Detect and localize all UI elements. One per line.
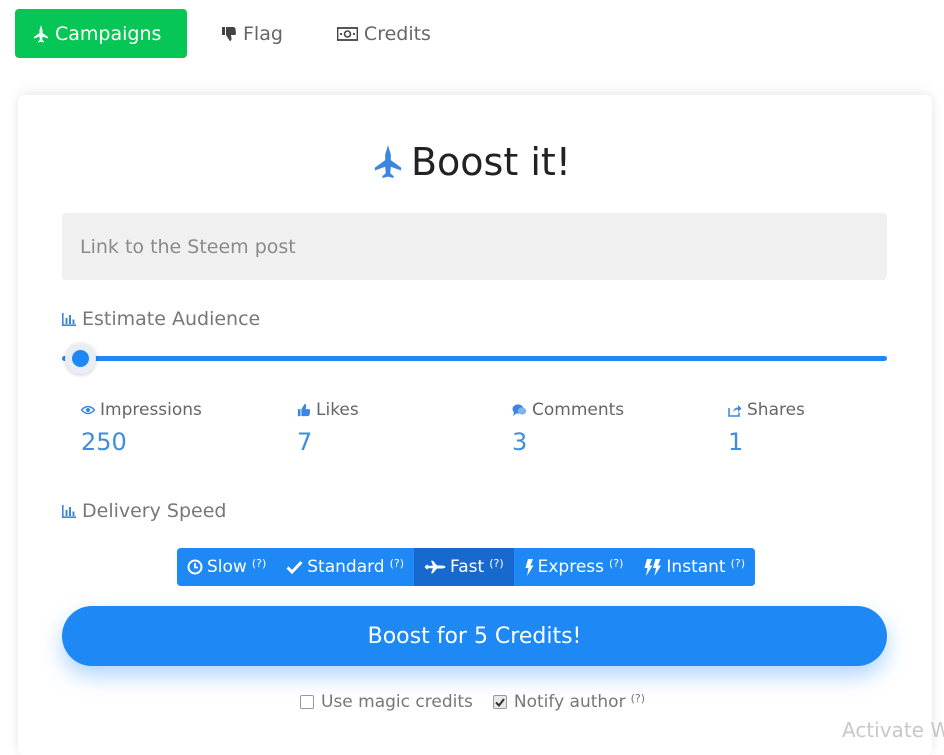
boost-options: Use magic credits Notify author (?) [300, 692, 665, 712]
tab-credits[interactable]: Credits [319, 9, 451, 58]
stat-likes-value: 7 [297, 428, 313, 456]
tab-flag-label: Flag [243, 22, 283, 45]
stat-shares: Shares 1 [728, 400, 805, 456]
tab-flag[interactable]: Flag [203, 9, 303, 58]
speed-slow-label: Slow [207, 557, 247, 577]
magic-credits-label[interactable]: Use magic credits [321, 692, 473, 712]
stat-shares-value: 1 [728, 428, 744, 456]
money-icon [336, 26, 358, 41]
notify-author-label[interactable]: Notify author [514, 692, 626, 712]
magic-credits-option: Use magic credits [300, 692, 473, 712]
speed-fast-button[interactable]: Fast (?) [414, 548, 514, 586]
delivery-speed-group: Slow (?) Standard (?) Fast (?) Express (… [177, 548, 756, 586]
top-nav: Campaigns Flag Credits [15, 9, 467, 58]
speed-instant-button[interactable]: Instant (?) [633, 548, 756, 586]
checkmark-icon [495, 697, 505, 707]
activation-watermark: Activate W [842, 718, 944, 742]
audience-slider-track[interactable] [62, 356, 887, 361]
stat-impressions-value: 250 [81, 428, 127, 456]
tab-campaigns[interactable]: Campaigns [15, 9, 187, 58]
share-icon [728, 404, 742, 417]
speed-fast-label: Fast [450, 557, 485, 577]
speed-standard-label: Standard [307, 557, 385, 577]
tab-credits-label: Credits [363, 22, 431, 45]
double-bolt-icon [643, 558, 662, 576]
speed-standard-hint[interactable]: (?) [390, 557, 404, 570]
estimate-audience-label: Estimate Audience [62, 308, 260, 330]
stat-shares-label: Shares [747, 400, 805, 420]
speed-express-hint[interactable]: (?) [609, 557, 623, 570]
delivery-speed-text: Delivery Speed [82, 500, 227, 522]
stat-comments-value: 3 [512, 428, 528, 456]
speed-instant-hint[interactable]: (?) [731, 557, 745, 570]
estimate-audience-text: Estimate Audience [82, 308, 261, 330]
thumbs-down-icon [221, 26, 237, 42]
stat-likes: Likes 7 [297, 400, 359, 456]
speed-fast-hint[interactable]: (?) [489, 557, 503, 570]
eye-icon [81, 405, 95, 415]
stat-impressions-label: Impressions [100, 400, 202, 420]
delivery-speed-label: Delivery Speed [62, 500, 226, 522]
speed-express-label: Express [537, 557, 604, 577]
comments-icon [512, 403, 527, 417]
bolt-icon [524, 558, 534, 576]
page-title: Boost it! [0, 140, 944, 184]
notify-author-option: Notify author (?) [492, 692, 645, 712]
clock-icon [187, 559, 203, 575]
stat-comments-label: Comments [532, 400, 625, 420]
page-title-text: Boost it! [410, 140, 572, 184]
thumbs-up-icon [297, 403, 311, 417]
stat-likes-label: Likes [316, 400, 359, 420]
stat-comments: Comments 3 [512, 400, 624, 456]
plane-icon [373, 143, 403, 181]
tab-campaigns-label: Campaigns [55, 22, 162, 45]
notify-author-checkbox[interactable] [492, 695, 507, 709]
speed-express-button[interactable]: Express (?) [513, 548, 634, 586]
speed-instant-label: Instant [666, 557, 726, 577]
check-icon [286, 560, 303, 574]
speed-slow-hint[interactable]: (?) [252, 557, 266, 570]
speed-standard-button[interactable]: Standard (?) [276, 548, 415, 586]
plane-icon [33, 24, 49, 43]
boost-button[interactable]: Boost for 5 Credits! [62, 606, 887, 666]
bar-chart-icon [62, 504, 76, 518]
post-link-input[interactable] [62, 213, 887, 280]
notify-author-hint[interactable]: (?) [631, 692, 645, 705]
plane-icon [424, 560, 446, 574]
stat-impressions: Impressions 250 [81, 400, 202, 456]
speed-slow-button[interactable]: Slow (?) [177, 548, 277, 586]
bar-chart-icon [62, 312, 76, 326]
audience-slider-handle[interactable] [65, 343, 96, 374]
magic-credits-checkbox[interactable] [300, 695, 314, 709]
